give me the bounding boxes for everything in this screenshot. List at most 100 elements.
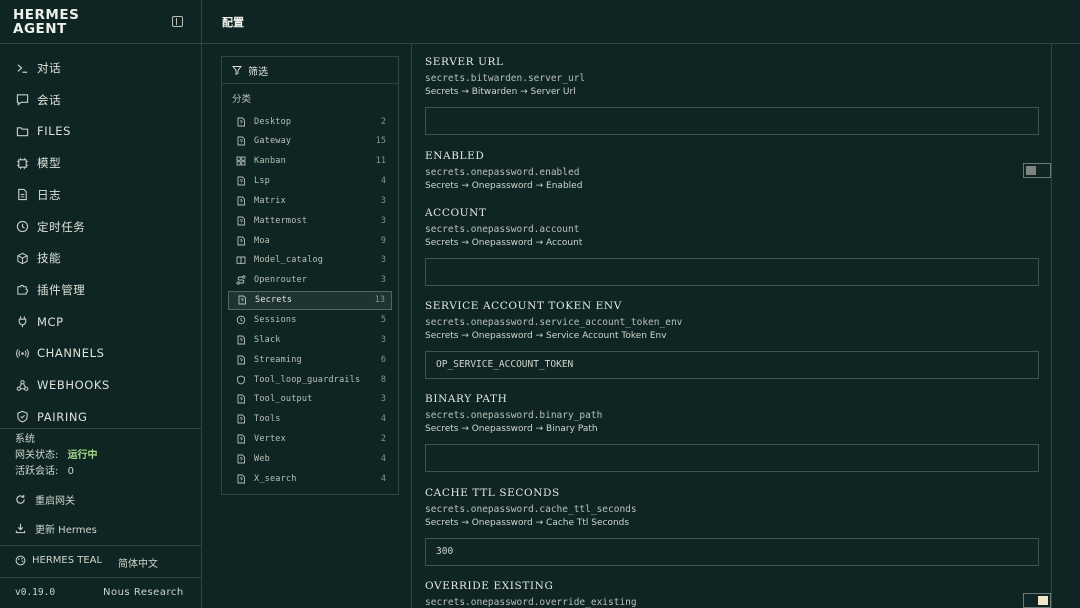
sidebar-item-webhooks[interactable]: WEBHOOKS — [0, 370, 201, 400]
file-icon — [237, 196, 245, 206]
sidebar-item-label: WEBHOOKS — [37, 378, 110, 392]
sidebar-item-插件管理[interactable]: 插件管理 — [0, 275, 201, 305]
theme-selector[interactable]: HERMES TEAL — [15, 555, 102, 566]
category-item-matrix[interactable]: Matrix 3 — [228, 191, 392, 210]
filter-label: 筛选 — [248, 66, 268, 78]
cpu-icon — [15, 156, 29, 170]
category-name: Sessions — [254, 315, 297, 325]
field-input[interactable] — [425, 258, 1039, 286]
sidebar-item-label: 日志 — [37, 187, 62, 202]
category-count: 3 — [380, 275, 386, 286]
sidebar-item-定时任务[interactable]: 定时任务 — [0, 212, 201, 242]
language-selector[interactable]: 简体中文 — [118, 555, 158, 570]
field-input[interactable]: OP_SERVICE_ACCOUNT_TOKEN — [425, 351, 1039, 379]
download-icon — [15, 523, 26, 534]
category-name: Vertex — [254, 434, 286, 445]
field-title: CACHE TTL SECONDS — [425, 487, 560, 499]
field-key: secrets.bitwarden.server_url — [425, 73, 586, 84]
category-name: Kanban — [254, 156, 286, 167]
sidebar-item-label: 会话 — [37, 92, 62, 107]
category-item-slack[interactable]: Slack 3 — [228, 330, 392, 349]
clock-icon — [15, 220, 29, 234]
sidebar: HERMES AGENT 对话 会话 FILES 模型 日志 定时任务 技能 插件管理 MCP C… — [0, 0, 202, 608]
sidebar-item-模型[interactable]: 模型 — [0, 148, 201, 178]
plug-icon — [15, 315, 29, 329]
category-count: 3 — [380, 255, 386, 266]
document-icon — [15, 188, 29, 202]
file-icon — [237, 454, 245, 464]
category-item-moa[interactable]: Moa 9 — [228, 231, 392, 250]
sidebar-item-files[interactable]: FILES — [0, 116, 201, 146]
sidebar-item-label: FILES — [37, 124, 71, 139]
category-item-secrets[interactable]: Secrets 13 — [228, 290, 392, 310]
field-path: Secrets → Onepassword → Binary Path — [425, 424, 598, 434]
field-key: secrets.onepassword.enabled — [425, 167, 580, 178]
toggle-switch[interactable] — [1023, 163, 1051, 178]
update-hermes-label: 更新 Hermes — [35, 525, 97, 536]
category-item-kanban[interactable]: Kanban 11 — [228, 152, 392, 171]
restart-gateway-button[interactable]: 重启网关 — [15, 492, 75, 507]
field-path: Secrets → Onepassword → Enabled — [425, 181, 583, 191]
sidebar-divider — [0, 545, 202, 546]
category-item-openrouter[interactable]: Openrouter 3 — [228, 271, 392, 290]
history-icon — [236, 315, 246, 325]
sidebar-item-label: MCP — [37, 314, 64, 329]
sidebar-item-对话[interactable]: 对话 — [0, 53, 201, 83]
category-item-tool_loop_guardrails[interactable]: Tool_loop_guardrails 8 — [228, 370, 392, 389]
category-item-x_search[interactable]: X_search 4 — [228, 469, 392, 488]
filter-icon — [232, 66, 242, 75]
category-item-tool_output[interactable]: Tool_output 3 — [228, 390, 392, 409]
update-hermes-button[interactable]: 更新 Hermes — [15, 521, 97, 536]
category-filter-panel: 筛选 分类 Desktop 2 Gateway 15 Kanban 11 Lsp 4 Matri… — [221, 56, 399, 495]
version-label: v0.19.0 — [15, 587, 56, 598]
category-count: 4 — [380, 453, 386, 464]
category-item-mattermost[interactable]: Mattermost 3 — [228, 211, 392, 230]
sidebar-item-channels[interactable]: CHANNELS — [0, 338, 201, 368]
category-item-model_catalog[interactable]: Model_catalog 3 — [228, 251, 392, 270]
category-count: 4 — [380, 473, 386, 484]
sidebar-item-会话[interactable]: 会话 — [0, 85, 201, 115]
active-sessions-label: 活跃会话: — [15, 466, 59, 477]
file-icon — [237, 394, 245, 404]
field-input[interactable] — [425, 444, 1039, 472]
palette-icon — [15, 555, 26, 566]
file-icon — [237, 414, 245, 424]
field-input[interactable]: 300 — [425, 538, 1039, 566]
field-key: secrets.onepassword.cache_ttl_seconds — [425, 504, 637, 515]
category-item-sessions[interactable]: Sessions 5 — [228, 311, 392, 330]
radio-icon — [15, 346, 29, 360]
sidebar-item-技能[interactable]: 技能 — [0, 243, 201, 273]
category-label: 分类 — [232, 94, 252, 105]
sidebar-item-label: 插件管理 — [37, 282, 86, 297]
category-name: Tool_loop_guardrails — [254, 374, 361, 385]
category-item-vertex[interactable]: Vertex 2 — [228, 430, 392, 449]
file-icon — [237, 474, 245, 484]
category-count: 3 — [380, 195, 386, 206]
sidebar-item-日志[interactable]: 日志 — [0, 180, 201, 210]
filter-header[interactable]: 筛选 — [222, 57, 398, 84]
field-title: SERVICE ACCOUNT TOKEN ENV — [425, 300, 622, 312]
book-icon — [236, 256, 246, 265]
category-item-desktop[interactable]: Desktop 2 — [228, 112, 392, 131]
category-item-tools[interactable]: Tools 4 — [228, 410, 392, 429]
field-key: secrets.onepassword.override_existing — [425, 597, 637, 608]
category-item-gateway[interactable]: Gateway 15 — [228, 132, 392, 151]
field-input[interactable] — [425, 107, 1039, 135]
sidebar-item-mcp[interactable]: MCP — [0, 307, 201, 337]
category-item-lsp[interactable]: Lsp 4 — [228, 172, 392, 191]
refresh-icon — [16, 494, 25, 504]
sidebar-collapse-icon[interactable] — [172, 16, 183, 27]
system-status: 系统 网关状态: 运行中 活跃会话: 0 — [15, 432, 98, 480]
category-name: Mattermost — [254, 215, 308, 226]
toggle-switch[interactable] — [1023, 593, 1051, 608]
category-count: 4 — [380, 414, 386, 425]
webhook-icon — [15, 378, 29, 392]
category-count: 9 — [380, 235, 386, 246]
category-name: Streaming — [254, 354, 302, 365]
category-item-web[interactable]: Web 4 — [228, 449, 392, 468]
toggle-knob — [1026, 166, 1036, 175]
field-path: Secrets → Bitwarden → Server Url — [425, 87, 576, 97]
category-item-streaming[interactable]: Streaming 6 — [228, 350, 392, 369]
category-count: 8 — [380, 374, 386, 385]
field-override-existing: OVERRIDE EXISTING secrets.onepassword.ov… — [425, 580, 1051, 608]
